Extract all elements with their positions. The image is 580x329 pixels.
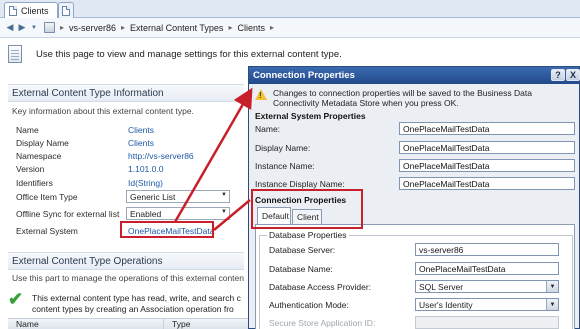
offline-sync-select[interactable]: Enabled <box>126 207 230 220</box>
info-section-title: External Content Type Information <box>8 84 244 102</box>
dialog-title: Connection Properties <box>249 67 579 84</box>
document-icon <box>8 45 22 63</box>
dropdown-icon[interactable]: ▼ <box>28 22 40 34</box>
info-label: Offline Sync for external list <box>16 209 120 219</box>
info-label: Namespace <box>16 151 62 161</box>
info-label: Identifiers <box>16 178 53 188</box>
checkmark-icon: ✔ <box>8 289 24 309</box>
external-system-properties-heading: External System Properties <box>255 111 366 121</box>
breadcrumb-clients[interactable]: Clients <box>234 23 268 33</box>
instance-name-field[interactable]: OnePlaceMailTestData <box>399 159 575 172</box>
new-tab-button[interactable] <box>58 2 74 18</box>
field-label-database-server: Database Server: <box>269 245 336 255</box>
chevron-right-icon: ▸ <box>269 23 274 32</box>
info-label: Name <box>16 125 39 135</box>
external-system-highlight-box <box>120 221 214 238</box>
breadcrumb-bar: ◀ ▶ ▼ ▸ vs-server86 ▸ External Content T… <box>0 18 580 38</box>
page-icon <box>9 5 17 16</box>
display-name-field[interactable]: OnePlaceMailTestData <box>399 141 575 154</box>
info-value-version[interactable]: 1.101.0.0 <box>128 164 163 174</box>
info-label: Version <box>16 164 45 174</box>
chevron-right-icon: ▸ <box>121 23 126 32</box>
field-label-name: Name: <box>255 124 281 134</box>
field-label-authentication-mode: Authentication Mode: <box>269 300 349 310</box>
info-label: Office Item Type <box>16 192 78 202</box>
database-name-field[interactable]: OnePlaceMailTestData <box>415 262 559 275</box>
breadcrumb-external-content-types[interactable]: External Content Types <box>127 23 226 33</box>
authentication-mode-select[interactable]: User's Identity ▼ <box>415 298 559 311</box>
database-access-provider-select[interactable]: SQL Server ▼ <box>415 280 559 293</box>
close-button[interactable]: X <box>566 69 580 81</box>
new-tab-icon <box>62 5 70 16</box>
info-value-name[interactable]: Clients <box>128 125 154 135</box>
forward-arrow-icon[interactable]: ▶ <box>16 22 28 34</box>
secure-store-application-id-field[interactable] <box>415 316 559 329</box>
column-header-name[interactable]: Name <box>8 319 164 329</box>
field-label-display-name: Display Name: <box>255 143 311 153</box>
info-value-namespace[interactable]: http://vs-server86 <box>128 151 194 161</box>
ops-text-line-1: This external content type has read, wri… <box>32 293 241 303</box>
chevron-right-icon: ▸ <box>228 23 233 32</box>
info-value-identifiers[interactable]: Id(String) <box>128 178 163 188</box>
connection-tabs-highlight-box <box>251 189 363 229</box>
browser-tab-bar: Clients <box>0 0 580 18</box>
operations-table-header: Name Type <box>8 318 248 329</box>
back-arrow-icon[interactable]: ◀ <box>4 22 16 34</box>
column-header-type[interactable]: Type <box>164 319 248 329</box>
connection-properties-dialog: Connection Properties ? X ! Changes to c… <box>248 66 580 329</box>
database-server-field[interactable]: vs-server86 <box>415 243 559 256</box>
server-icon <box>44 22 55 33</box>
warning-icon: ! <box>255 89 267 100</box>
ops-section-subtitle: Use this part to manage the operations o… <box>12 273 244 283</box>
browser-tab-clients[interactable]: Clients <box>4 2 58 18</box>
chevron-down-icon[interactable]: ▼ <box>546 281 558 292</box>
database-access-provider-value: SQL Server <box>419 282 464 292</box>
info-label: Display Name <box>16 138 69 148</box>
warning-message: Changes to connection properties will be… <box>273 88 532 108</box>
ops-section-title: External Content Type Operations <box>8 252 244 270</box>
info-value-display-name[interactable]: Clients <box>128 138 154 148</box>
help-button[interactable]: ? <box>551 69 565 81</box>
database-properties-title: Database Properties <box>267 230 349 240</box>
office-item-type-select[interactable]: Generic List <box>126 190 230 203</box>
info-section-subtitle: Key information about this external cont… <box>12 106 194 116</box>
authentication-mode-value: User's Identity <box>419 300 473 310</box>
instance-display-name-field[interactable]: OnePlaceMailTestData <box>399 177 575 190</box>
field-label-database-access-provider: Database Access Provider: <box>269 282 372 292</box>
ops-text-line-2: content types by creating an Association… <box>32 304 234 314</box>
field-label-instance-display-name: Instance Display Name: <box>255 179 345 189</box>
page-header: Use this page to view and manage setting… <box>8 42 578 66</box>
name-field[interactable]: OnePlaceMailTestData <box>399 122 575 135</box>
field-label-secure-store-application-id: Secure Store Application ID: <box>269 318 376 328</box>
chevron-down-icon[interactable]: ▼ <box>546 299 558 310</box>
field-label-database-name: Database Name: <box>269 264 333 274</box>
tab-title: Clients <box>21 5 49 16</box>
field-label-instance-name: Instance Name: <box>255 161 315 171</box>
breadcrumb-server[interactable]: vs-server86 <box>66 23 119 33</box>
page-description: Use this page to view and manage setting… <box>36 48 342 60</box>
chevron-right-icon: ▸ <box>60 23 65 32</box>
info-label: External System <box>16 226 78 236</box>
